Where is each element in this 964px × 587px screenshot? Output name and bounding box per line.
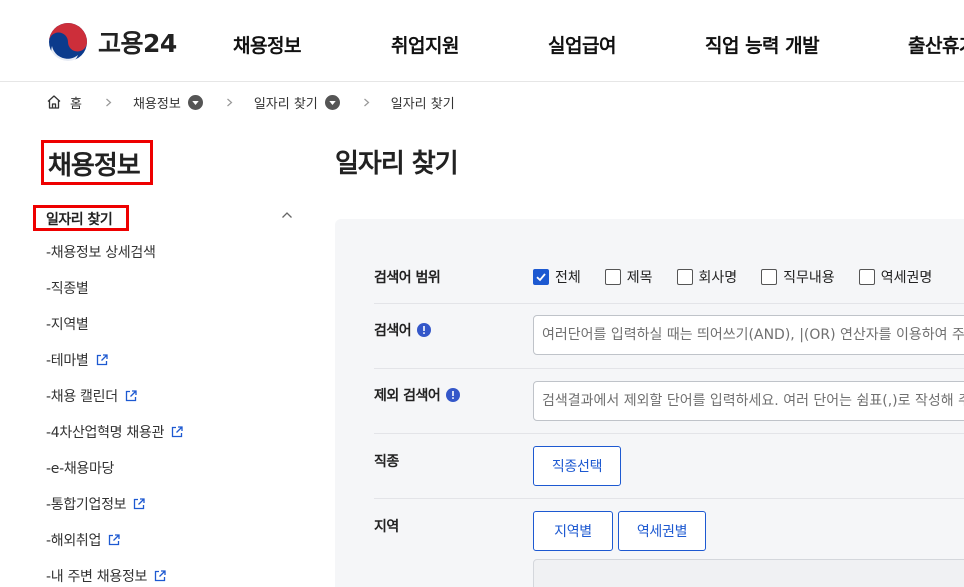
nav-vocational-training[interactable]: 직업 능력 개발: [705, 31, 820, 58]
sidebar-item-label: -통합기업정보: [46, 497, 127, 513]
breadcrumb-home[interactable]: 홈: [70, 93, 82, 112]
chevron-up-icon[interactable]: [281, 211, 293, 219]
row-divider: [374, 368, 964, 369]
sidebar-item-by-occupation[interactable]: -직종별: [46, 270, 184, 306]
row-divider: [374, 303, 964, 304]
scope-option-label: 전체: [555, 270, 581, 286]
external-link-icon: [154, 570, 166, 582]
row-divider: [374, 498, 964, 499]
nav-recruitment-info[interactable]: 채용정보: [233, 31, 301, 58]
station-area-button[interactable]: 역세권별: [618, 511, 706, 551]
chevron-right-icon: [106, 98, 112, 106]
external-link-icon: [108, 534, 120, 546]
checkbox-job-description[interactable]: [761, 269, 778, 285]
sidebar-item-label: -내 주변 채용정보: [46, 569, 148, 585]
keyword-label: 검색어: [374, 320, 432, 340]
sidebar-item-label: -4차산업혁명 채용관: [46, 425, 165, 441]
dropdown-circle-icon[interactable]: [187, 94, 203, 110]
sidebar-menu: -채용정보 상세검색 -직종별 -지역별 -테마별 -채용 캘린더 -4차산업혁…: [46, 234, 184, 587]
sidebar-item-e-recruit[interactable]: -e-채용마당: [46, 450, 184, 486]
checkbox-all[interactable]: [533, 269, 549, 285]
government-logo-icon: [49, 23, 87, 62]
scope-option-label: 직무내용: [783, 270, 835, 286]
breadcrumb: 홈 채용정보 일자리 찾기 일자리 찾기: [46, 92, 455, 112]
sidebar-item-detailed-search[interactable]: -채용정보 상세검색: [46, 234, 184, 270]
sidebar-item-industry4-hall[interactable]: -4차산업혁명 채용관: [46, 414, 184, 450]
dropdown-circle-icon[interactable]: [324, 94, 340, 110]
breadcrumb-level2[interactable]: 일자리 찾기: [254, 93, 318, 112]
breadcrumb-level1[interactable]: 채용정보: [133, 93, 181, 112]
scope-option-title[interactable]: 제목: [604, 267, 653, 287]
home-icon: [47, 95, 61, 109]
sidebar-item-label: -해외취업: [46, 533, 102, 549]
breadcrumb-current: 일자리 찾기: [390, 96, 455, 112]
sidebar-item-nearby-jobs[interactable]: -내 주변 채용정보: [46, 558, 184, 587]
keyword-label-text: 검색어: [374, 323, 412, 339]
external-link-icon: [134, 498, 145, 510]
scope-option-station[interactable]: 역세권명: [858, 267, 933, 287]
info-circle-icon[interactable]: [417, 323, 432, 337]
chevron-right-icon: [226, 98, 233, 106]
external-link-icon: [96, 354, 108, 366]
row-divider: [374, 433, 964, 434]
external-link-icon: [125, 390, 137, 402]
sidebar-item-label: -지역별: [46, 317, 89, 333]
region-button[interactable]: 지역별: [533, 511, 613, 551]
region-label: 지역: [374, 519, 399, 535]
job-label: 직종: [374, 454, 399, 470]
sidebar-item-company-info[interactable]: -통합기업정보: [46, 486, 184, 522]
select-job-button[interactable]: 직종선택: [533, 446, 621, 486]
nav-unemployment-benefits[interactable]: 실업급여: [548, 31, 616, 58]
page-title: 일자리 찾기: [335, 149, 459, 179]
chevron-right-icon: [363, 98, 370, 106]
exclude-keyword-input[interactable]: [533, 381, 964, 421]
sidebar-item-label: -직종별: [46, 281, 89, 297]
sidebar-item-recruit-calendar[interactable]: -채용 캘린더: [46, 378, 184, 414]
sidebar-item-overseas-jobs[interactable]: -해외취업: [46, 522, 184, 558]
nav-maternity-leave[interactable]: 출산휴가: [908, 31, 964, 58]
checkbox-title[interactable]: [604, 269, 621, 285]
checkbox-company[interactable]: [676, 269, 693, 285]
sidebar-current-section[interactable]: 일자리 찾기: [33, 205, 129, 231]
sidebar-item-by-region[interactable]: -지역별: [46, 306, 184, 342]
scope-option-job-description[interactable]: 직무내용: [761, 267, 835, 287]
scope-option-label: 회사명: [698, 270, 738, 286]
exclude-label-text: 제외 검색어: [374, 388, 441, 404]
logo-text: 고용24: [98, 29, 177, 58]
scope-option-company[interactable]: 회사명: [676, 267, 738, 287]
info-circle-icon[interactable]: [446, 388, 461, 402]
sidebar-title: 채용정보: [41, 140, 153, 185]
checkbox-station[interactable]: [858, 269, 875, 285]
external-link-icon: [172, 426, 183, 438]
scope-option-label: 제목: [626, 270, 653, 286]
site-header: 고용24 채용정보 취업지원 실업급여 직업 능력 개발 출산휴가: [0, 0, 964, 82]
exclude-label: 제외 검색어: [374, 385, 461, 405]
scope-options: 전체 제목 회사명 직무내용 역세권명: [533, 267, 956, 287]
sidebar-item-by-theme[interactable]: -테마별: [46, 342, 184, 378]
site-logo[interactable]: 고용24: [48, 22, 177, 62]
sidebar-item-label: -채용 캘린더: [46, 389, 118, 405]
scope-label: 검색어 범위: [374, 270, 441, 286]
sidebar-item-label: -테마별: [46, 353, 89, 369]
nav-employment-support[interactable]: 취업지원: [391, 31, 459, 58]
sidebar-item-label: -e-채용마당: [46, 461, 115, 477]
scope-option-all[interactable]: 전체: [533, 267, 581, 287]
keyword-input[interactable]: [533, 315, 964, 355]
scope-option-label: 역세권명: [880, 270, 933, 286]
selected-region-box: [533, 559, 964, 587]
sidebar-item-label: -채용정보 상세검색: [46, 245, 156, 261]
checkmark-icon: [536, 273, 546, 282]
